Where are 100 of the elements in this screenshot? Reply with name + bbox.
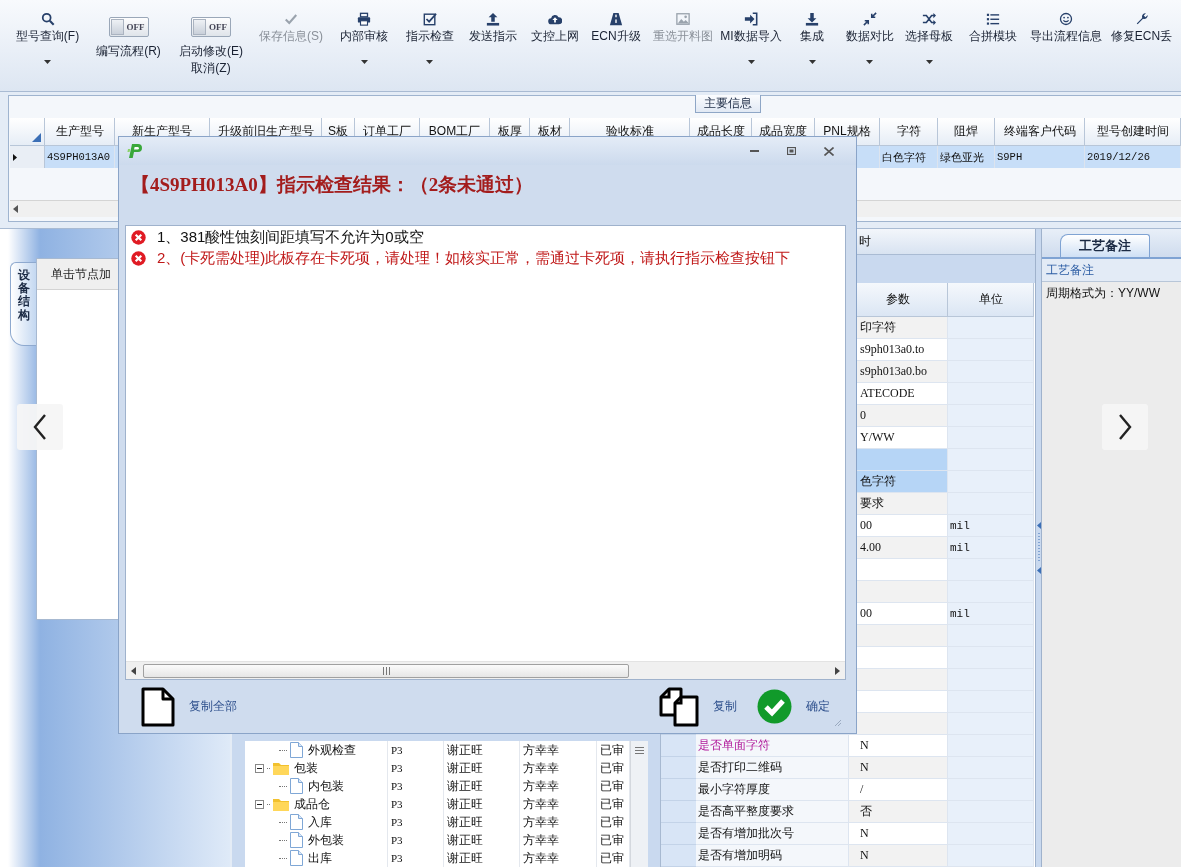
table-cell: 最小字符厚度 (696, 779, 849, 801)
resize-grip-icon (834, 719, 842, 727)
table-cell: 谢正旺 (444, 849, 520, 867)
table-cell: 方幸幸 (520, 795, 597, 813)
column-header[interactable]: 生产型号 (45, 118, 115, 146)
table-cell: 方幸幸 (520, 813, 597, 831)
toggle-switch[interactable]: OFF (191, 17, 231, 37)
scroll-right-icon (835, 666, 840, 675)
table-cell: P3 (388, 777, 444, 795)
table-cell: 白色字符 (880, 146, 938, 168)
scroll-grip-icon (382, 666, 390, 675)
switch-label: 启动修改(E) (179, 44, 243, 58)
tree-item[interactable]: 入库 (306, 813, 334, 831)
table-cell: P3 (388, 813, 444, 831)
note-text: 周期格式为：YY/WW (1045, 285, 1161, 302)
toolbar-button[interactable]: 内部审核 (330, 0, 398, 91)
toolbar-button[interactable]: ECN升级 (585, 0, 647, 91)
checkbox-icon (422, 12, 437, 26)
toolbar-button[interactable]: 指示检查 (398, 0, 461, 91)
table-cell: mil (948, 515, 1034, 537)
maximize-icon (787, 147, 796, 155)
scroll-grip-icon (635, 747, 644, 754)
table-cell: P3 (388, 831, 444, 849)
table-cell: 方幸幸 (520, 759, 597, 777)
table-cell: 方幸幸 (520, 741, 597, 759)
row-header[interactable] (661, 823, 696, 845)
toolbar-button[interactable]: 导出流程信息 (1026, 0, 1106, 91)
toolbar-button[interactable]: 文控上网 (524, 0, 585, 91)
table-cell: 是否有增加明码 (696, 845, 849, 867)
check-circle-icon (757, 689, 792, 724)
row-header[interactable] (661, 735, 696, 757)
previous-button[interactable] (17, 404, 63, 450)
table-cell: N (849, 845, 948, 867)
app-logo-icon (127, 143, 143, 159)
row-header[interactable] (661, 779, 696, 801)
smiley-icon (1059, 12, 1073, 26)
tree-item[interactable]: 内包装 (306, 777, 346, 795)
tree-item[interactable]: 出库 (306, 849, 334, 867)
scrollbar[interactable] (630, 741, 648, 867)
toolbar-button[interactable]: 数据对比 (840, 0, 899, 91)
column-header[interactable]: 字符 (880, 118, 938, 146)
switch-label: 编写流程(R) (96, 44, 161, 58)
toolbar-button[interactable]: 发送指示 (461, 0, 524, 91)
tree-item[interactable]: 外观检查 (306, 741, 358, 759)
confirm-button[interactable]: 确定 (757, 689, 830, 724)
scrollbar[interactable] (126, 661, 845, 679)
vertical-tab[interactable]: 设备结构 (10, 262, 36, 346)
compress-icon (862, 12, 877, 26)
tab[interactable]: 工艺备注 (1060, 234, 1150, 257)
collapse-arrow-icon (1036, 522, 1041, 529)
table-cell: 方幸幸 (520, 777, 597, 795)
table-cell: N (849, 757, 948, 779)
error-icon (131, 251, 146, 266)
toolbar-button[interactable]: 选择母板 (899, 0, 959, 91)
copy-button[interactable]: 复制 (659, 686, 737, 727)
toolbar-button[interactable]: 修复ECN丢 (1106, 0, 1177, 91)
printer-icon (357, 12, 371, 26)
document-icon (290, 832, 303, 848)
toolbar-button[interactable]: 型号查询(F) (8, 0, 87, 91)
row-header[interactable] (661, 801, 696, 823)
download-icon (805, 12, 819, 26)
scrollbar-thumb[interactable] (143, 663, 629, 678)
table-cell: 是否有增加批次号 (696, 823, 849, 845)
row-header[interactable] (661, 757, 696, 779)
next-button[interactable] (1102, 404, 1148, 450)
collapse-arrow-icon (1036, 567, 1041, 574)
toolbar-button[interactable]: MI数据导入 (718, 0, 784, 91)
toolbar-button[interactable]: 合拼模块 (959, 0, 1026, 91)
copy-icon (659, 686, 699, 727)
dialog-heading: 【4S9PH013A0】指示检查结果：（2条未通过） (131, 173, 535, 197)
check-icon (284, 12, 298, 26)
splitter-grip-icon (1037, 533, 1040, 563)
table-cell: 谢正旺 (444, 831, 520, 849)
minimize-icon (750, 150, 759, 152)
toggle-switch[interactable]: OFF (108, 17, 149, 37)
table-cell: 是否打印二维码 (696, 757, 849, 779)
row-header[interactable] (661, 845, 696, 867)
scroll-left-icon (131, 666, 136, 675)
table-cell: mil (948, 537, 1034, 559)
column-header[interactable]: 型号创建时间 (1085, 118, 1181, 146)
table-cell: 谢正旺 (444, 777, 520, 795)
document-icon (141, 686, 175, 727)
table-cell: 2019/12/26 (1085, 146, 1181, 168)
table-cell: 4S9PH013A0 (45, 146, 115, 168)
tree-item[interactable]: 成品仓 (292, 795, 332, 813)
tree-item[interactable]: 外包装 (306, 831, 346, 849)
tree-item[interactable]: 包装 (292, 759, 320, 777)
select-all-icon (32, 133, 41, 142)
row-pointer-icon (13, 153, 17, 161)
column-header[interactable]: 阻焊 (938, 118, 995, 146)
cloud-upload-icon (547, 12, 562, 26)
table-cell: 方幸幸 (520, 831, 597, 849)
scroll-left-icon (13, 205, 18, 213)
table-cell: 谢正旺 (444, 741, 520, 759)
column-header[interactable]: 单位 (948, 283, 1034, 317)
toolbar-button[interactable]: 集成 (784, 0, 840, 91)
column-header[interactable]: 终端客户代码 (995, 118, 1085, 146)
copy-all-button[interactable]: 复制全部 (141, 686, 237, 727)
error-icon (131, 230, 146, 245)
table-cell: 是否高平整度要求 (696, 801, 849, 823)
